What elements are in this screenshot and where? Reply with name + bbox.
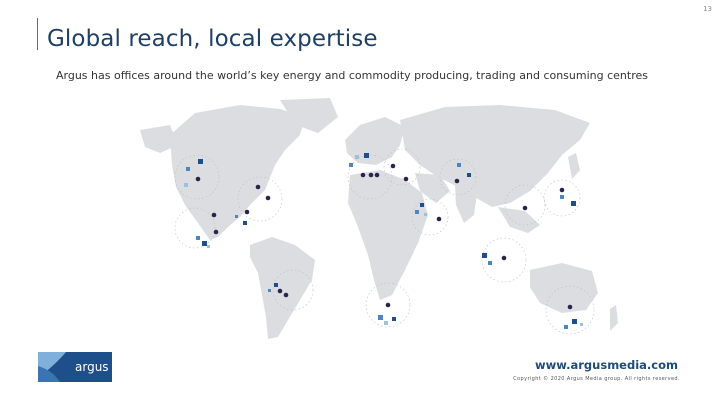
office-dot [403, 176, 409, 182]
office-dot [360, 172, 366, 178]
office-dot [368, 172, 374, 178]
office-square [196, 236, 200, 240]
argus-logo: argus [38, 352, 112, 382]
office-square [184, 183, 188, 187]
office-square [564, 325, 568, 329]
office-square [378, 315, 383, 320]
page-subtitle: Argus has offices around the world’s key… [56, 69, 648, 82]
new-zealand-shape [610, 305, 618, 331]
office-square [364, 153, 369, 158]
title-accent-bar [37, 18, 38, 50]
website-link[interactable]: www.argusmedia.com [535, 358, 678, 372]
office-square [207, 245, 210, 248]
office-square [415, 210, 419, 214]
slide-number: 13 [703, 5, 712, 13]
page-title: Global reach, local expertise [47, 26, 378, 52]
office-square [482, 253, 487, 258]
office-square [457, 163, 461, 167]
office-dot [522, 205, 528, 211]
office-square [243, 221, 247, 225]
office-dot [374, 172, 380, 178]
southeast-asia-shape [498, 207, 540, 233]
south-america-shape [250, 237, 315, 339]
office-dot [436, 216, 442, 222]
australia-shape [530, 263, 598, 313]
north-america-shape [170, 105, 305, 240]
office-dot [501, 255, 507, 261]
office-square [420, 203, 424, 207]
world-map [100, 95, 630, 345]
office-square [580, 323, 583, 326]
office-square [198, 159, 203, 164]
office-square [384, 321, 388, 325]
europe-shape [345, 117, 405, 165]
india-shape [455, 185, 478, 223]
office-square [571, 201, 576, 206]
office-square [349, 163, 353, 167]
office-square [235, 215, 238, 218]
office-dot [454, 178, 460, 184]
continents [140, 98, 618, 339]
office-square [186, 167, 190, 171]
office-dot [213, 229, 219, 235]
argus-logo-text: argus [75, 360, 109, 374]
office-dot [283, 292, 289, 298]
office-square [202, 241, 207, 246]
office-square [392, 317, 396, 321]
office-square [572, 319, 577, 324]
copyright-notice: Copyright © 2020 Argus Media group. All … [513, 376, 680, 382]
office-square [274, 283, 278, 287]
office-dot [277, 288, 283, 294]
office-dot [567, 304, 573, 310]
office-dot [211, 212, 217, 218]
office-dot [255, 184, 261, 190]
office-dot [265, 195, 271, 201]
world-map-graphic [140, 98, 618, 339]
office-square [488, 261, 492, 265]
japan-shape [568, 153, 580, 179]
office-dot [195, 176, 201, 182]
office-dot [390, 163, 396, 169]
office-square [268, 289, 271, 292]
office-square [467, 173, 471, 177]
office-square [424, 213, 427, 216]
office-square [560, 195, 564, 199]
office-dot [244, 209, 250, 215]
office-dot [385, 302, 391, 308]
office-square [355, 155, 359, 159]
office-dot [559, 187, 565, 193]
